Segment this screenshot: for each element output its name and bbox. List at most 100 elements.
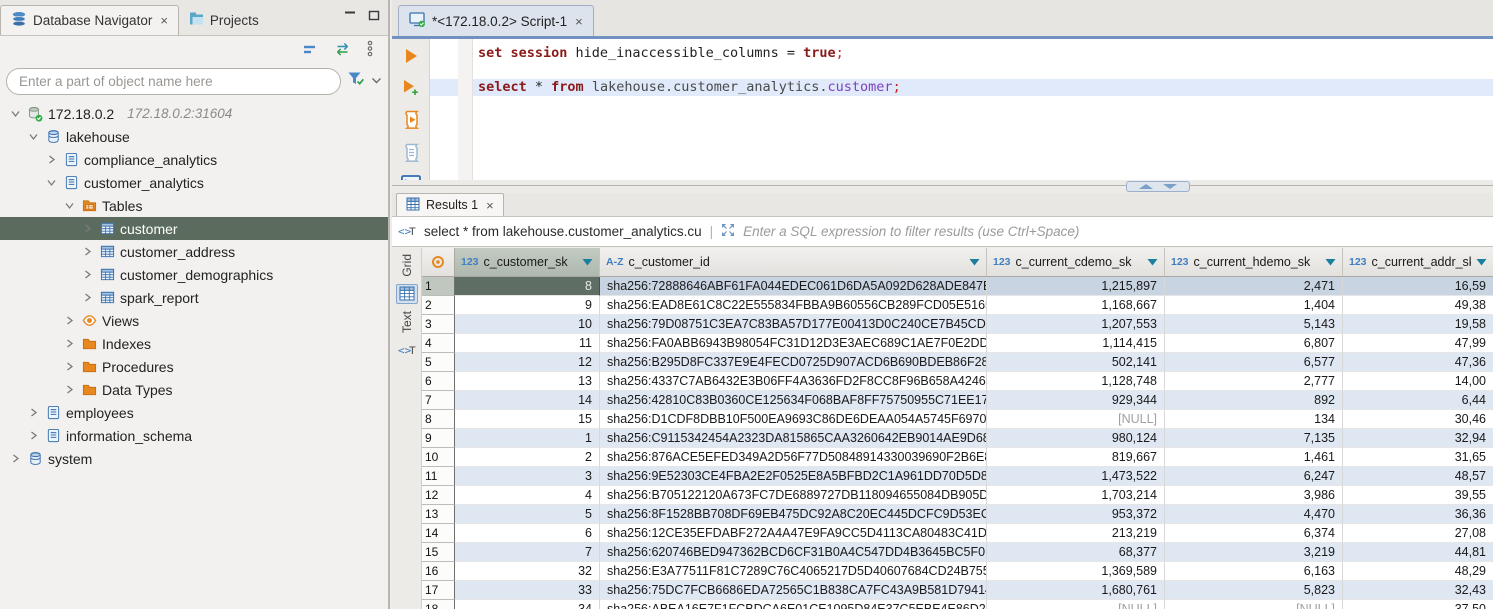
chevron-right-icon[interactable] <box>62 362 76 371</box>
tree-item-customer-demographics[interactable]: customer_demographics <box>0 263 388 286</box>
text-view-label[interactable]: Text <box>400 311 414 333</box>
grid-cell[interactable]: 6,44 <box>1343 391 1493 410</box>
grid-cell[interactable]: 39,55 <box>1343 486 1493 505</box>
row-number[interactable]: 3 <box>422 315 455 334</box>
grid-cell[interactable]: 32 <box>455 562 600 581</box>
grid-cell[interactable]: 31,65 <box>1343 448 1493 467</box>
grid-cell[interactable]: 14,00 <box>1343 372 1493 391</box>
grid-cell[interactable]: 48,57 <box>1343 467 1493 486</box>
grid-cell[interactable]: sha256:FA0ABB6943B98054FC31D12D3E3AEC689… <box>600 334 987 353</box>
chevron-right-icon[interactable] <box>44 155 58 164</box>
grid-cell[interactable]: 49,38 <box>1343 296 1493 315</box>
row-number[interactable]: 1 <box>422 277 455 296</box>
grid-cell[interactable]: 929,344 <box>987 391 1165 410</box>
grid-cell[interactable]: 32,94 <box>1343 429 1493 448</box>
maximize-view-icon[interactable] <box>368 8 380 26</box>
grid-cell[interactable]: sha256:EAD8E61C8C22E555834FBBA9B60556CB2… <box>600 296 987 315</box>
grid-cell[interactable]: 1,207,553 <box>987 315 1165 334</box>
grid-cell[interactable]: 819,667 <box>987 448 1165 467</box>
minimize-view-icon[interactable] <box>344 8 356 26</box>
grid-cell[interactable]: sha256:4337C7AB6432E3B06FF4A3636FD2F8CC8… <box>600 372 987 391</box>
tree-item-lakehouse[interactable]: lakehouse <box>0 125 388 148</box>
grid-cell[interactable]: sha256:ABEA16E7F1FCBDCA6E01CE1095D84E37C… <box>600 600 987 609</box>
grid-cell[interactable]: 34 <box>455 600 600 609</box>
tree-item-indexes[interactable]: Indexes <box>0 332 388 355</box>
grid-cell[interactable]: sha256:9E52303CE4FBA2E2F0525E8A5BFBD2C1A… <box>600 467 987 486</box>
grid-cell[interactable]: 1 <box>455 429 600 448</box>
tree-item-172-18-0-2[interactable]: 172.18.0.2172.18.0.2:31604 <box>0 102 388 125</box>
column-header-c_current_hdemo_sk[interactable]: 123c_current_hdemo_sk <box>1165 248 1343 277</box>
results-filter-bar[interactable]: <>T select * from lakehouse.customer_ana… <box>392 217 1493 247</box>
collapse-all-icon[interactable] <box>302 42 319 60</box>
grid-cell[interactable]: 16,59 <box>1343 277 1493 296</box>
grid-cell[interactable]: 1,404 <box>1165 296 1343 315</box>
grid-cell[interactable]: 3,986 <box>1165 486 1343 505</box>
grid-cell[interactable]: 36,36 <box>1343 505 1493 524</box>
expand-filter-icon[interactable] <box>721 223 735 240</box>
row-number[interactable]: 15 <box>422 543 455 562</box>
grid-cell[interactable]: 1,473,522 <box>987 467 1165 486</box>
tree-item-spark-report[interactable]: spark_report <box>0 286 388 309</box>
grid-cell[interactable]: 953,372 <box>987 505 1165 524</box>
code-line[interactable] <box>430 62 1493 79</box>
grid-cell[interactable]: 5,823 <box>1165 581 1343 600</box>
tree-item-views[interactable]: Views <box>0 309 388 332</box>
chevron-right-icon[interactable] <box>62 316 76 325</box>
grid-cell[interactable]: 6,247 <box>1165 467 1343 486</box>
tab-projects[interactable]: Projects <box>179 5 269 35</box>
chevron-down-icon[interactable] <box>8 109 22 118</box>
row-number[interactable]: 9 <box>422 429 455 448</box>
grid-cell[interactable]: 44,81 <box>1343 543 1493 562</box>
sort-dropdown-icon[interactable] <box>1476 255 1487 269</box>
row-number[interactable]: 2 <box>422 296 455 315</box>
grid-cell[interactable]: 27,08 <box>1343 524 1493 543</box>
grid-cell[interactable]: 5,143 <box>1165 315 1343 334</box>
grid-cell[interactable]: 47,99 <box>1343 334 1493 353</box>
tab-results-1[interactable]: Results 1 × <box>396 193 504 216</box>
grid-cell[interactable]: [NULL] <box>1165 600 1343 609</box>
grid-cell[interactable]: 1,461 <box>1165 448 1343 467</box>
grid-cell[interactable]: sha256:E3A77511F81C7289C76C4065217D5D406… <box>600 562 987 581</box>
grid-cell[interactable]: 33 <box>455 581 600 600</box>
grid-cell[interactable]: 9 <box>455 296 600 315</box>
grid-cell[interactable]: sha256:42810C83B0360CE125634F068BAF8FF75… <box>600 391 987 410</box>
grid-cell[interactable]: 68,377 <box>987 543 1165 562</box>
grid-cell[interactable]: sha256:B295D8FC337E9E4FECD0725D907ACD6B6… <box>600 353 987 372</box>
row-number[interactable]: 17 <box>422 581 455 600</box>
grid-cell[interactable]: 15 <box>455 410 600 429</box>
grid-cell[interactable]: sha256:B705122120A673FC7DE6889727DB11809… <box>600 486 987 505</box>
splitter-collapse-control[interactable] <box>1126 181 1190 192</box>
row-number[interactable]: 12 <box>422 486 455 505</box>
chevron-down-icon[interactable] <box>62 201 76 210</box>
grid-cell[interactable]: 8 <box>455 277 600 296</box>
grid-cell[interactable]: 1,168,667 <box>987 296 1165 315</box>
grid-cell[interactable]: 134 <box>1165 410 1343 429</box>
grid-cell[interactable]: 2,777 <box>1165 372 1343 391</box>
tab-database-navigator[interactable]: Database Navigator × <box>0 5 179 35</box>
grid-cell[interactable]: 11 <box>455 334 600 353</box>
row-number[interactable]: 18 <box>422 600 455 609</box>
close-icon[interactable]: × <box>160 13 168 28</box>
grid-cell[interactable]: 7,135 <box>1165 429 1343 448</box>
grid-cell[interactable]: 2 <box>455 448 600 467</box>
grid-cell[interactable]: sha256:79D08751C3EA7C83BA57D177E00413D0C… <box>600 315 987 334</box>
chevron-right-icon[interactable] <box>80 247 94 256</box>
tree-item-compliance-analytics[interactable]: compliance_analytics <box>0 148 388 171</box>
grid-cell[interactable]: 4,470 <box>1165 505 1343 524</box>
tree-item-customer-analytics[interactable]: customer_analytics <box>0 171 388 194</box>
row-number[interactable]: 16 <box>422 562 455 581</box>
sort-dropdown-icon[interactable] <box>1147 255 1158 269</box>
object-filter-input[interactable] <box>6 68 341 95</box>
grid-cell[interactable]: 19,58 <box>1343 315 1493 334</box>
grid-cell[interactable]: 12 <box>455 353 600 372</box>
grid-cell[interactable]: sha256:75DC7FCB6686EDA72565C1B838CA7FC43… <box>600 581 987 600</box>
tab-sql-script[interactable]: *<172.18.0.2> Script-1 × <box>398 5 594 36</box>
grid-cell[interactable]: 6,374 <box>1165 524 1343 543</box>
grid-cell[interactable]: sha256:72888646ABF61FA044EDEC061D6DA5A09… <box>600 277 987 296</box>
tree-item-system[interactable]: system <box>0 447 388 470</box>
grid-cell[interactable]: 1,680,761 <box>987 581 1165 600</box>
tree-item-employees[interactable]: employees <box>0 401 388 424</box>
chevron-right-icon[interactable] <box>8 454 22 463</box>
grid-cell[interactable]: 37,50 <box>1343 600 1493 609</box>
sort-dropdown-icon[interactable] <box>969 255 980 269</box>
